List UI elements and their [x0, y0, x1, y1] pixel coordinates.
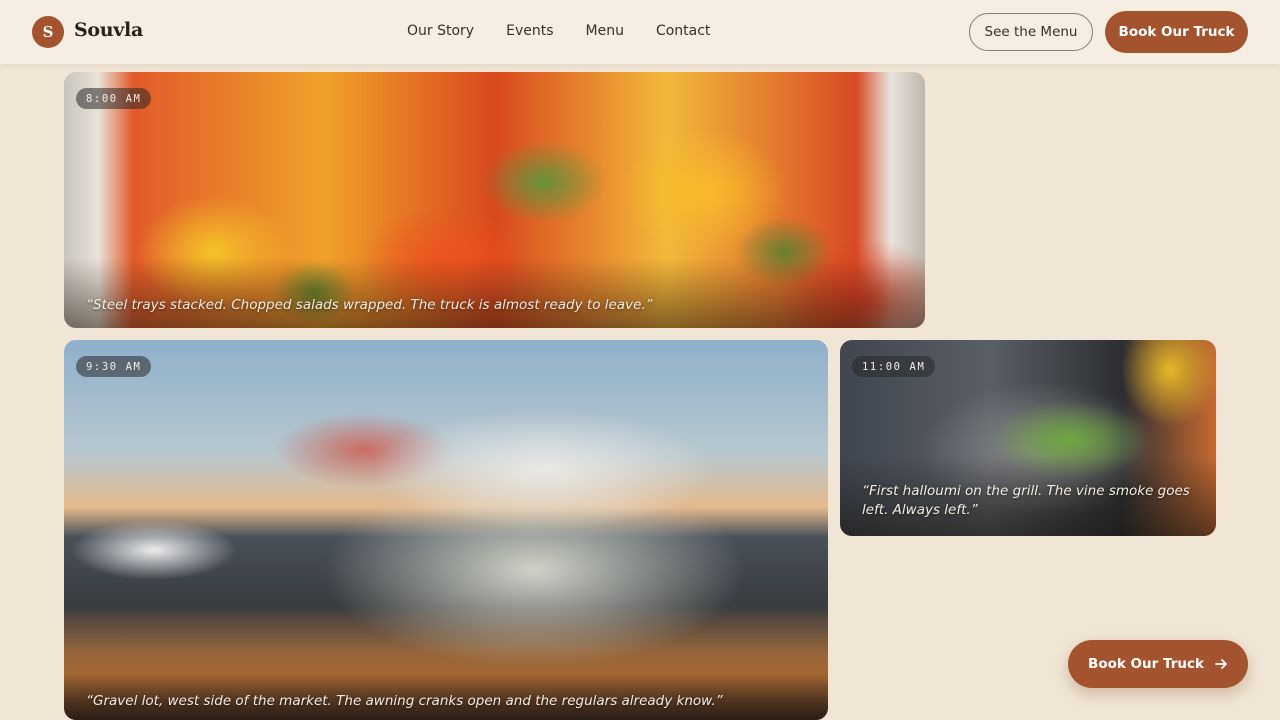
arrow-right-icon: [1215, 659, 1227, 669]
gallery-caption: “Gravel lot, west side of the market. Th…: [86, 693, 723, 709]
floating-book-truck-label: Book Our Truck: [1088, 656, 1204, 672]
see-menu-button[interactable]: See the Menu: [969, 13, 1093, 51]
nav-link-contact[interactable]: Contact: [656, 23, 710, 39]
time-badge: 11:00 AM: [852, 356, 936, 377]
logo-mark[interactable]: S: [32, 16, 64, 48]
gallery-card-grill: 11:00 AM “First halloumi on the grill. T…: [840, 340, 1216, 536]
nav-link-menu[interactable]: Menu: [586, 23, 624, 39]
gallery-caption: “Steel trays stacked. Chopped salads wra…: [86, 297, 653, 313]
time-badge: 9:30 AM: [76, 356, 152, 377]
book-truck-button[interactable]: Book Our Truck: [1105, 11, 1248, 53]
brand-name[interactable]: Souvla: [74, 19, 143, 41]
gallery-card-trailer: 9:30 AM “Gravel lot, west side of the ma…: [64, 340, 828, 720]
gallery-caption: “First halloumi on the grill. The vine s…: [862, 483, 1190, 518]
floating-book-truck-button[interactable]: Book Our Truck: [1068, 640, 1248, 688]
gallery-card-salad: 8:00 AM “Steel trays stacked. Chopped sa…: [64, 72, 925, 328]
nav-links: Our Story Events Menu Contact: [407, 23, 742, 39]
nav-link-events[interactable]: Events: [506, 23, 553, 39]
time-badge: 8:00 AM: [76, 88, 152, 109]
top-nav: S Souvla Our Story Events Menu Contact S…: [0, 0, 1280, 64]
nav-link-our-story[interactable]: Our Story: [407, 23, 474, 39]
